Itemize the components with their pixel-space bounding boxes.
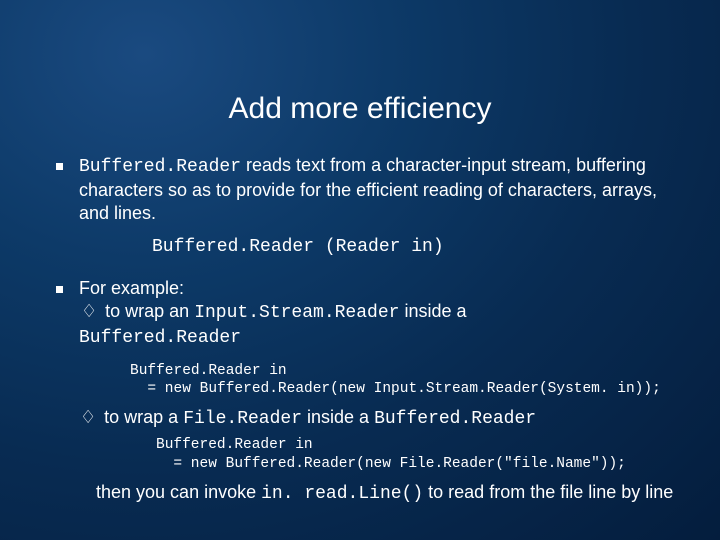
text-span: then you can invoke	[96, 482, 261, 502]
slide: Add more efficiency Buffered.Reader read…	[0, 0, 720, 540]
diamond-bullet-icon: ♢	[80, 406, 96, 429]
sub-bullet-1-cont: Buffered.Reader	[79, 325, 680, 350]
bullet-2-body: For example: ♢ to wrap an Input.Stream.R…	[79, 277, 680, 350]
sub-bullet-1: ♢ to wrap an Input.Stream.Reader inside …	[79, 300, 680, 325]
code-inline: in. read.Line()	[261, 484, 423, 504]
constructor-signature: Buffered.Reader (Reader in)	[56, 227, 680, 269]
code-line: = new Buffered.Reader(new File.Reader("f…	[156, 456, 626, 472]
code-line: Buffered.Reader in	[156, 437, 313, 453]
code-block-2: Buffered.Reader in = new Buffered.Reader…	[56, 430, 680, 478]
sub-bullet-2: ♢ to wrap a File.Reader inside a Buffere…	[56, 404, 680, 431]
sub-bullet-1-text: to wrap an Input.Stream.Reader inside a	[105, 300, 466, 325]
closing-text: then you can invoke in. read.Line() to r…	[56, 479, 680, 506]
text-span: inside a	[399, 301, 466, 321]
code-line: = new Buffered.Reader(new Input.Stream.R…	[130, 381, 661, 397]
square-bullet-icon	[56, 163, 63, 170]
square-bullet-icon	[56, 286, 63, 293]
slide-title: Add more efficiency	[0, 0, 720, 154]
code-line: Buffered.Reader in	[130, 363, 287, 379]
code-inline: Input.Stream.Reader	[194, 303, 399, 323]
code-block-1: Buffered.Reader in = new Buffered.Reader…	[56, 356, 680, 404]
code-inline: Buffered.Reader	[374, 409, 536, 429]
text-span: to wrap a	[104, 407, 183, 427]
code-inline: Buffered.Reader	[79, 328, 241, 348]
bullet-1-text: Buffered.Reader reads text from a charac…	[79, 154, 680, 225]
text-span: inside a	[302, 407, 374, 427]
diamond-bullet-icon: ♢	[81, 300, 97, 323]
bullet-2-lead: For example:	[79, 277, 680, 300]
text-span: to wrap an	[105, 301, 194, 321]
text-span: to read from the file line by line	[423, 482, 673, 502]
code-inline: Buffered.Reader	[79, 157, 241, 177]
bullet-1: Buffered.Reader reads text from a charac…	[56, 154, 680, 225]
code-inline: File.Reader	[183, 409, 302, 429]
bullet-2: For example: ♢ to wrap an Input.Stream.R…	[56, 277, 680, 350]
slide-content: Buffered.Reader reads text from a charac…	[0, 154, 720, 505]
sub-bullet-2-text: to wrap a File.Reader inside a Buffered.…	[104, 406, 536, 431]
